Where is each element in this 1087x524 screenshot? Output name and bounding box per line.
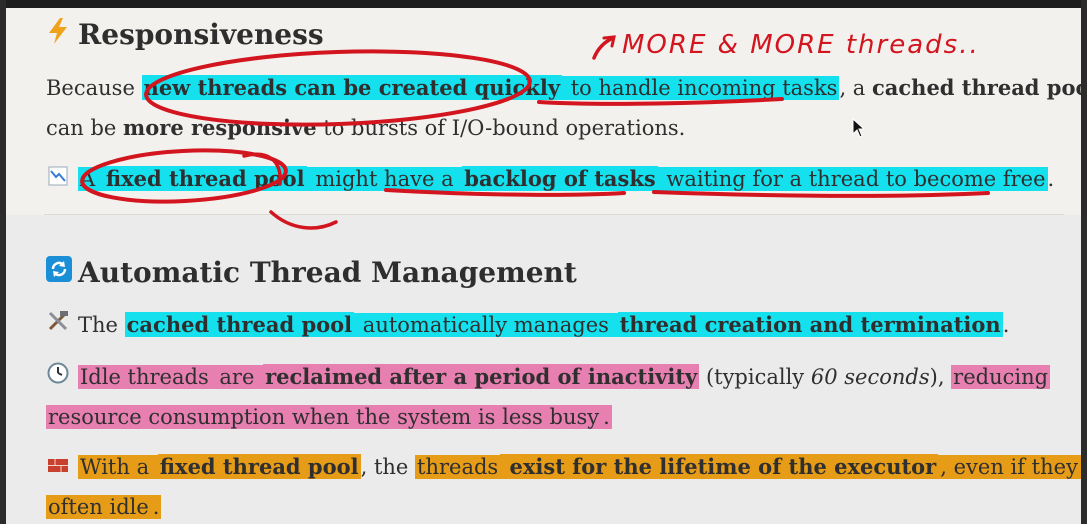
highlight-creation-termination: thread creation and termination [617,312,1003,337]
text-segment: Because [46,76,142,100]
document-page: Responsiveness Because new threads can b… [6,0,1081,524]
paragraph-line-2: can be more responsive to bursts of I/O-… [46,113,685,143]
clock-icon [46,362,70,392]
list-item-idle-threads-line2: resource consumption when the system is … [46,402,612,432]
paragraph-line-1: Because new threads can be created quick… [46,73,1081,103]
highlight-fixed-thread-pool-2: fixed thread pool [157,454,361,479]
list-item-fixed-pool: With a fixed thread pool, the threads ex… [46,452,1081,482]
text-segment: are [210,365,264,389]
section-heading-responsiveness: Responsiveness [46,18,324,50]
lightning-icon [46,18,70,50]
italic-60-seconds: 60 seconds [810,365,930,389]
list-item-cached-pool: The cached thread pool automatically man… [46,310,1009,340]
text-segment: (typically [699,365,811,389]
highlight-resource-consumption: resource consumption when the system is … [46,405,602,429]
text-segment: . [1047,167,1055,191]
refresh-icon [46,256,72,288]
highlight-cached-thread-pool: cached thread pool [124,312,355,337]
highlight-handle-tasks: to handle incoming tasks [562,76,840,100]
mouse-cursor-icon [852,117,866,142]
highlight-waiting: waiting for a thread to become free [657,167,1048,191]
text-segment: The [78,313,125,337]
heading-text: Responsiveness [78,18,324,51]
text-segment: ), [929,365,952,389]
highlight-idle-threads: Idle threads [78,365,211,389]
highlight-lifetime: exist for the lifetime of the executor [500,454,939,479]
bold-cached-thread-pool: cached thread pool [872,75,1081,100]
list-item-fixed-pool-line2: often idle. [46,492,162,522]
brick-icon [46,452,70,482]
highlight-fixed-thread-pool: fixed thread pool [103,166,307,191]
highlight-backlog: backlog of tasks [462,166,658,191]
highlight-often-idle: often idle [46,495,151,519]
text-segment: . [601,405,612,429]
highlight-even-if-idle: , even if they are [938,455,1081,479]
highlight-reducing: reducing [951,365,1051,389]
text-segment: automatically manages [354,313,618,337]
text-segment: can be [46,116,124,140]
bold-more-responsive: more responsive [123,115,317,140]
text-segment: to bursts of I/O-bound operations. [316,116,686,140]
chart-down-icon [46,164,70,194]
text-segment: . [1002,313,1010,337]
highlight-with-a: With a [78,455,158,479]
highlight-new-threads: new threads can be created quickly [141,75,563,100]
text-segment: A [78,167,104,191]
text-segment: , a [839,76,872,100]
section-heading-automatic: Automatic Thread Management [46,256,577,288]
handwritten-annotation: MORE & MORE threads.. [622,30,980,60]
text-segment: might have a [306,167,463,191]
text-segment: . [150,495,162,519]
arrow-annotation [592,36,615,60]
tools-icon [46,310,70,340]
highlight-threads: threads [415,455,501,479]
top-bar [6,0,1081,8]
text-segment: , the [360,455,416,479]
list-item-idle-threads: Idle threads are reclaimed after a perio… [46,362,1051,392]
highlight-reclaimed: reclaimed after a period of inactivity [263,364,700,389]
heading-text: Automatic Thread Management [78,256,577,289]
paragraph-fixed-pool: A fixed thread pool might have a backlog… [46,164,1054,194]
